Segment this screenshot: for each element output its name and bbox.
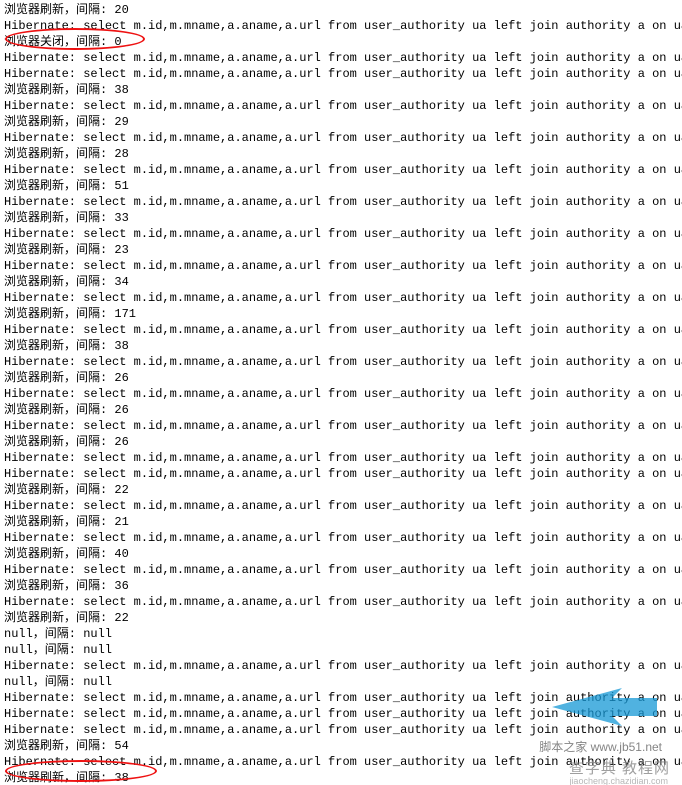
log-line: Hibernate: select m.id,m.mname,a.aname,a… xyxy=(4,98,678,114)
log-line: Hibernate: select m.id,m.mname,a.aname,a… xyxy=(4,354,678,370)
log-line: 浏览器刷新，间隔: 36 xyxy=(4,578,678,594)
log-line: Hibernate: select m.id,m.mname,a.aname,a… xyxy=(4,722,678,738)
log-output: 浏览器刷新，间隔: 20Hibernate: select m.id,m.mna… xyxy=(0,0,682,785)
log-line: 浏览器刷新，间隔: 51 xyxy=(4,178,678,194)
log-line: Hibernate: select m.id,m.mname,a.aname,a… xyxy=(4,658,678,674)
log-line: 浏览器刷新，间隔: 33 xyxy=(4,210,678,226)
log-line: Hibernate: select m.id,m.mname,a.aname,a… xyxy=(4,130,678,146)
log-line: 浏览器刷新，间隔: 20 xyxy=(4,2,678,18)
log-line: Hibernate: select m.id,m.mname,a.aname,a… xyxy=(4,18,678,34)
log-line: 浏览器刷新，间隔: 26 xyxy=(4,370,678,386)
log-line: 浏览器关闭，间隔: 0 xyxy=(4,34,678,50)
log-line: Hibernate: select m.id,m.mname,a.aname,a… xyxy=(4,66,678,82)
log-line: Hibernate: select m.id,m.mname,a.aname,a… xyxy=(4,498,678,514)
log-line: 浏览器刷新，间隔: 22 xyxy=(4,482,678,498)
log-line: Hibernate: select m.id,m.mname,a.aname,a… xyxy=(4,530,678,546)
log-line: Hibernate: select m.id,m.mname,a.aname,a… xyxy=(4,386,678,402)
log-line: Hibernate: select m.id,m.mname,a.aname,a… xyxy=(4,194,678,210)
log-line: 浏览器刷新，间隔: 26 xyxy=(4,434,678,450)
log-line: Hibernate: select m.id,m.mname,a.aname,a… xyxy=(4,290,678,306)
log-line: Hibernate: select m.id,m.mname,a.aname,a… xyxy=(4,50,678,66)
log-line: Hibernate: select m.id,m.mname,a.aname,a… xyxy=(4,322,678,338)
log-line: null，间隔: null xyxy=(4,674,678,690)
log-line: 浏览器刷新，间隔: 40 xyxy=(4,546,678,562)
log-line: Hibernate: select m.id,m.mname,a.aname,a… xyxy=(4,754,678,770)
log-line: 浏览器刷新，间隔: 26 xyxy=(4,402,678,418)
log-line: 浏览器刷新，间隔: 29 xyxy=(4,114,678,130)
log-line: Hibernate: select m.id,m.mname,a.aname,a… xyxy=(4,226,678,242)
log-line: 浏览器刷新，间隔: 54 xyxy=(4,738,678,754)
log-line: Hibernate: select m.id,m.mname,a.aname,a… xyxy=(4,690,678,706)
log-line: 浏览器刷新，间隔: 28 xyxy=(4,146,678,162)
log-line: 浏览器刷新，间隔: 21 xyxy=(4,514,678,530)
log-line: Hibernate: select m.id,m.mname,a.aname,a… xyxy=(4,706,678,722)
log-line: 浏览器刷新，间隔: 34 xyxy=(4,274,678,290)
log-line: Hibernate: select m.id,m.mname,a.aname,a… xyxy=(4,418,678,434)
log-line: Hibernate: select m.id,m.mname,a.aname,a… xyxy=(4,562,678,578)
log-line: Hibernate: select m.id,m.mname,a.aname,a… xyxy=(4,162,678,178)
log-line: Hibernate: select m.id,m.mname,a.aname,a… xyxy=(4,594,678,610)
log-line: 浏览器刷新，间隔: 38 xyxy=(4,770,678,785)
log-line: 浏览器刷新，间隔: 38 xyxy=(4,82,678,98)
log-line: 浏览器刷新，间隔: 171 xyxy=(4,306,678,322)
log-line: 浏览器刷新，间隔: 38 xyxy=(4,338,678,354)
log-line: null，间隔: null xyxy=(4,642,678,658)
log-line: Hibernate: select m.id,m.mname,a.aname,a… xyxy=(4,466,678,482)
log-line: Hibernate: select m.id,m.mname,a.aname,a… xyxy=(4,450,678,466)
log-line: 浏览器刷新，间隔: 22 xyxy=(4,610,678,626)
log-line: 浏览器刷新，间隔: 23 xyxy=(4,242,678,258)
log-line: null，间隔: null xyxy=(4,626,678,642)
log-line: Hibernate: select m.id,m.mname,a.aname,a… xyxy=(4,258,678,274)
